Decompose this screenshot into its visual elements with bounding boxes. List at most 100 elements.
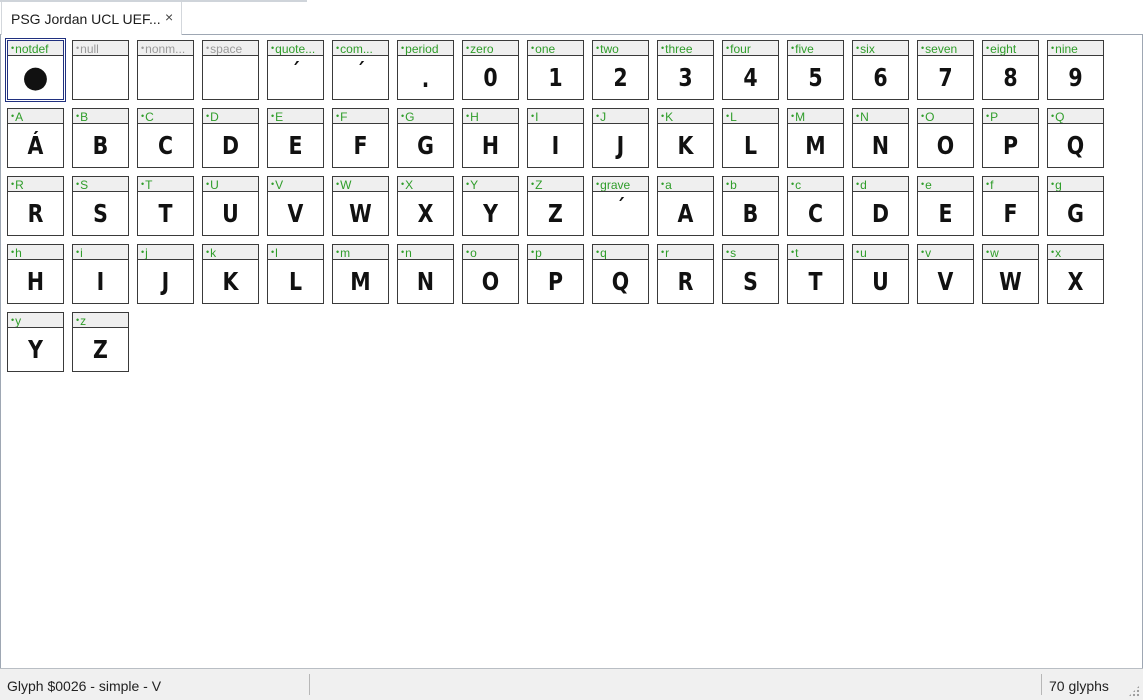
glyph-cell-E[interactable]: •E E bbox=[267, 108, 324, 168]
glyph-cell-space[interactable]: •space bbox=[202, 40, 259, 100]
glyph-cell-C[interactable]: •C C bbox=[137, 108, 194, 168]
glyph-cell-two[interactable]: •two 2 bbox=[592, 40, 649, 100]
glyph-cell-W[interactable]: •W W bbox=[332, 176, 389, 236]
glyph-cell-three[interactable]: •three 3 bbox=[657, 40, 714, 100]
glyph-cell-g[interactable]: •g G bbox=[1047, 176, 1104, 236]
glyph-name-label: •d bbox=[853, 177, 908, 192]
glyph-name-label: •com... bbox=[333, 41, 388, 56]
glyph-cell-one[interactable]: •one 1 bbox=[527, 40, 584, 100]
glyph-cell-H[interactable]: •H H bbox=[462, 108, 519, 168]
glyph-cell-quote[interactable]: •quote... ´ bbox=[267, 40, 324, 100]
glyph-cell-X[interactable]: •X X bbox=[397, 176, 454, 236]
glyph-cell-Q[interactable]: •Q Q bbox=[1047, 108, 1104, 168]
glyph-name-label: •Q bbox=[1048, 109, 1103, 124]
glyph-cell-I[interactable]: •I I bbox=[527, 108, 584, 168]
glyph-name-label: •r bbox=[658, 245, 713, 260]
glyph-cell-eight[interactable]: •eight 8 bbox=[982, 40, 1039, 100]
glyph-cell-r[interactable]: •r R bbox=[657, 244, 714, 304]
glyph-name-label: •A bbox=[8, 109, 63, 124]
glyph-cell-period[interactable]: •period. bbox=[397, 40, 454, 100]
glyph-cell-b[interactable]: •b B bbox=[722, 176, 779, 236]
glyph-cell-p[interactable]: •p P bbox=[527, 244, 584, 304]
glyph-marker-dot-icon: • bbox=[76, 315, 80, 325]
glyph-cell-zero[interactable]: •zero 0 bbox=[462, 40, 519, 100]
glyph-preview: T bbox=[158, 199, 173, 228]
glyph-cell-B[interactable]: •B B bbox=[72, 108, 129, 168]
glyph-cell-e[interactable]: •e E bbox=[917, 176, 974, 236]
glyph-marker-dot-icon: • bbox=[11, 315, 15, 325]
glyph-cell-l[interactable]: •l L bbox=[267, 244, 324, 304]
glyph-cell-T[interactable]: •T T bbox=[137, 176, 194, 236]
glyph-name-label: •p bbox=[528, 245, 583, 260]
glyph-cell-w[interactable]: •w W bbox=[982, 244, 1039, 304]
glyph-cell-f[interactable]: •f F bbox=[982, 176, 1039, 236]
glyph-cell-P[interactable]: •P P bbox=[982, 108, 1039, 168]
resize-grip-icon[interactable] bbox=[1128, 685, 1140, 697]
glyph-cell-R[interactable]: •R R bbox=[7, 176, 64, 236]
glyph-cell-u[interactable]: •u U bbox=[852, 244, 909, 304]
glyph-cell-n[interactable]: •n N bbox=[397, 244, 454, 304]
glyph-cell-M[interactable]: •M M bbox=[787, 108, 844, 168]
glyph-name-label: •k bbox=[203, 245, 258, 260]
glyph-cell-K[interactable]: •K K bbox=[657, 108, 714, 168]
glyph-name-label: •grave bbox=[593, 177, 648, 192]
glyph-cell-t[interactable]: •t T bbox=[787, 244, 844, 304]
document-tab[interactable]: PSG Jordan UCL UEF... × bbox=[1, 2, 182, 36]
close-icon[interactable]: × bbox=[165, 9, 173, 25]
glyph-name-text: six bbox=[860, 42, 875, 56]
glyph-cell-k[interactable]: •k K bbox=[202, 244, 259, 304]
glyph-cell-h[interactable]: •h H bbox=[7, 244, 64, 304]
glyph-cell-i[interactable]: •i I bbox=[72, 244, 129, 304]
glyph-cell-N[interactable]: •N N bbox=[852, 108, 909, 168]
glyph-preview: W bbox=[999, 267, 1022, 296]
glyph-cell-F[interactable]: •F F bbox=[332, 108, 389, 168]
glyph-name-text: eight bbox=[990, 42, 1017, 56]
glyph-cell-d[interactable]: •d D bbox=[852, 176, 909, 236]
glyph-cell-q[interactable]: •q Q bbox=[592, 244, 649, 304]
glyph-cell-j[interactable]: •j J bbox=[137, 244, 194, 304]
glyph-name-text: l bbox=[275, 246, 278, 260]
glyph-cell-J[interactable]: •J J bbox=[592, 108, 649, 168]
glyph-cell-z[interactable]: •z Z bbox=[72, 312, 129, 372]
glyph-cell-c[interactable]: •c C bbox=[787, 176, 844, 236]
glyph-cell-m[interactable]: •m M bbox=[332, 244, 389, 304]
glyph-name-label: •l bbox=[268, 245, 323, 260]
glyph-cell-x[interactable]: •x X bbox=[1047, 244, 1104, 304]
glyph-cell-a[interactable]: •a A bbox=[657, 176, 714, 236]
glyph-name-label: •X bbox=[398, 177, 453, 192]
glyph-cell-V[interactable]: •V V bbox=[267, 176, 324, 236]
glyph-cell-A[interactable]: •A Á bbox=[7, 108, 64, 168]
glyph-cell-Y[interactable]: •Y Y bbox=[462, 176, 519, 236]
glyph-name-text: o bbox=[470, 246, 477, 260]
glyph-cell-U[interactable]: •U U bbox=[202, 176, 259, 236]
glyph-marker-dot-icon: • bbox=[206, 247, 210, 257]
glyph-marker-dot-icon: • bbox=[726, 247, 730, 257]
glyph-cell-notdef[interactable]: •notdef ● bbox=[5, 38, 66, 102]
glyph-cell-null[interactable]: •null bbox=[72, 40, 129, 100]
glyph-cell-grave[interactable]: •grave ´ bbox=[592, 176, 649, 236]
glyph-cell-S[interactable]: •S S bbox=[72, 176, 129, 236]
glyph-cell-O[interactable]: •O O bbox=[917, 108, 974, 168]
glyph-cell-nonm[interactable]: •nonm... bbox=[137, 40, 194, 100]
glyph-name-text: d bbox=[860, 178, 867, 192]
glyph-cell-y[interactable]: •y Y bbox=[7, 312, 64, 372]
glyph-cell-Z[interactable]: •Z Z bbox=[527, 176, 584, 236]
glyph-cell-six[interactable]: •six 6 bbox=[852, 40, 909, 100]
glyph-cell-com[interactable]: •com... ´ bbox=[332, 40, 389, 100]
glyph-cell-nine[interactable]: •nine 9 bbox=[1047, 40, 1104, 100]
glyph-preview: Q bbox=[1066, 131, 1085, 160]
glyph-cell-o[interactable]: •o O bbox=[462, 244, 519, 304]
glyph-preview: 0 bbox=[483, 63, 498, 92]
glyph-marker-dot-icon: • bbox=[856, 179, 860, 189]
glyph-cell-s[interactable]: •s S bbox=[722, 244, 779, 304]
glyph-cell-D[interactable]: •D D bbox=[202, 108, 259, 168]
glyph-cell-v[interactable]: •v V bbox=[917, 244, 974, 304]
glyph-cell-five[interactable]: •five 5 bbox=[787, 40, 844, 100]
glyph-cell-G[interactable]: •G G bbox=[397, 108, 454, 168]
glyph-cell-L[interactable]: •L L bbox=[722, 108, 779, 168]
glyph-name-text: zero bbox=[470, 42, 494, 56]
glyph-cell-seven[interactable]: •seven 7 bbox=[917, 40, 974, 100]
glyph-preview: L bbox=[288, 267, 303, 296]
glyph-marker-dot-icon: • bbox=[401, 247, 405, 257]
glyph-cell-four[interactable]: •four 4 bbox=[722, 40, 779, 100]
